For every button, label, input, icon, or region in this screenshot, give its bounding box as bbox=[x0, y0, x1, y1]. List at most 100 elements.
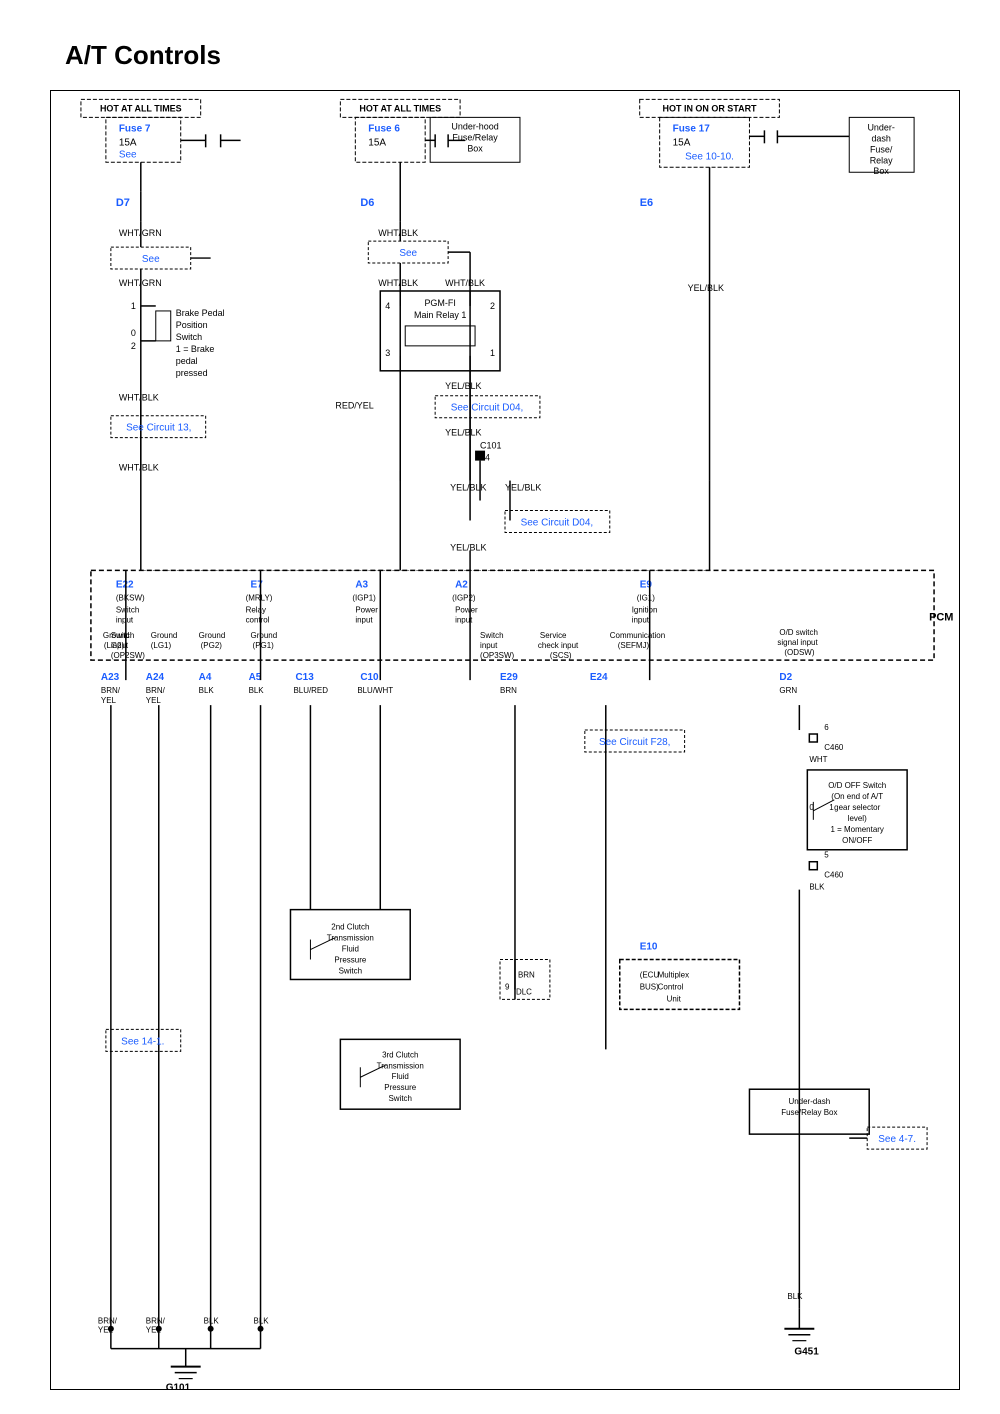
svg-text:Relay: Relay bbox=[246, 605, 266, 614]
svg-text:Pressure: Pressure bbox=[384, 1083, 416, 1092]
svg-text:Fluid: Fluid bbox=[342, 945, 359, 954]
svg-text:(BKSW): (BKSW) bbox=[116, 593, 145, 602]
svg-text:A2: A2 bbox=[455, 579, 468, 590]
svg-text:1: 1 bbox=[490, 348, 495, 358]
svg-text:2nd Clutch: 2nd Clutch bbox=[331, 923, 369, 932]
svg-text:input: input bbox=[632, 615, 650, 624]
svg-text:3: 3 bbox=[385, 348, 390, 358]
svg-text:(IG1): (IG1) bbox=[637, 593, 655, 602]
svg-text:E6: E6 bbox=[640, 197, 653, 209]
svg-text:YEL/BLK: YEL/BLK bbox=[445, 428, 481, 438]
svg-text:BLK: BLK bbox=[249, 686, 265, 695]
svg-text:9: 9 bbox=[505, 982, 510, 991]
svg-text:3rd Clutch: 3rd Clutch bbox=[382, 1050, 418, 1059]
svg-text:Ground: Ground bbox=[151, 631, 178, 640]
svg-text:control: control bbox=[246, 615, 270, 624]
svg-text:YEL/BLK: YEL/BLK bbox=[445, 381, 481, 391]
svg-text:Switch: Switch bbox=[480, 631, 503, 640]
svg-text:Power: Power bbox=[455, 605, 478, 614]
svg-text:Switch: Switch bbox=[388, 1094, 411, 1103]
svg-text:(SEFMJ): (SEFMJ) bbox=[618, 641, 650, 650]
svg-text:(ODSW): (ODSW) bbox=[784, 648, 814, 657]
svg-text:Under-: Under- bbox=[867, 122, 894, 132]
svg-text:(IGP2): (IGP2) bbox=[452, 593, 476, 602]
svg-text:DLC: DLC bbox=[516, 987, 532, 996]
svg-text:WHT/BLK: WHT/BLK bbox=[119, 393, 159, 403]
svg-text:ON/OFF: ON/OFF bbox=[842, 836, 872, 845]
svg-text:A5: A5 bbox=[249, 672, 262, 683]
svg-text:YEL/BLK: YEL/BLK bbox=[450, 542, 486, 552]
svg-text:HOT AT ALL TIMES: HOT AT ALL TIMES bbox=[100, 103, 182, 113]
svg-text:pedal: pedal bbox=[176, 356, 198, 366]
svg-text:BUS): BUS) bbox=[640, 982, 659, 991]
svg-text:5: 5 bbox=[824, 851, 829, 860]
svg-text:YEL/BLK: YEL/BLK bbox=[688, 283, 724, 293]
svg-text:pressed: pressed bbox=[176, 368, 208, 378]
svg-text:(IGP1): (IGP1) bbox=[352, 593, 376, 602]
svg-text:1: 1 bbox=[131, 301, 136, 311]
svg-text:Power: Power bbox=[355, 605, 378, 614]
svg-text:Service: Service bbox=[540, 631, 567, 640]
svg-text:Box: Box bbox=[873, 166, 889, 176]
svg-text:signal input: signal input bbox=[777, 638, 818, 647]
svg-text:BRN: BRN bbox=[500, 686, 517, 695]
svg-text:2: 2 bbox=[131, 341, 136, 351]
svg-text:YEL/BLK: YEL/BLK bbox=[450, 483, 486, 493]
svg-text:check input: check input bbox=[538, 641, 579, 650]
svg-text:Switch: Switch bbox=[116, 605, 139, 614]
svg-text:See Circuit D04,: See Circuit D04, bbox=[451, 403, 524, 414]
diagram-container: HOT AT ALL TIMES HOT AT ALL TIMES HOT IN… bbox=[50, 90, 960, 1390]
svg-text:input: input bbox=[480, 641, 498, 650]
svg-text:BLK: BLK bbox=[809, 883, 825, 892]
svg-text:(ECU: (ECU bbox=[640, 970, 660, 979]
svg-text:6: 6 bbox=[824, 723, 829, 732]
svg-text:A23: A23 bbox=[101, 672, 120, 683]
svg-text:Relay: Relay bbox=[870, 155, 893, 165]
svg-text:E24: E24 bbox=[590, 672, 608, 683]
svg-text:RED/YEL: RED/YEL bbox=[335, 401, 373, 411]
svg-text:2: 2 bbox=[490, 301, 495, 311]
svg-text:1: 1 bbox=[829, 803, 834, 812]
svg-text:1 = Momentary: 1 = Momentary bbox=[831, 825, 884, 834]
svg-text:15A: 15A bbox=[119, 137, 137, 148]
svg-text:input: input bbox=[116, 615, 134, 624]
svg-text:E29: E29 bbox=[500, 672, 518, 683]
svg-text:A4: A4 bbox=[199, 672, 212, 683]
svg-text:See Circuit 13,: See Circuit 13, bbox=[126, 423, 191, 434]
svg-text:gear selector: gear selector bbox=[834, 803, 880, 812]
svg-text:15A: 15A bbox=[673, 137, 691, 148]
svg-text:BLU/WHT: BLU/WHT bbox=[357, 686, 393, 695]
svg-text:E10: E10 bbox=[640, 942, 658, 953]
svg-text:Brake Pedal: Brake Pedal bbox=[176, 308, 225, 318]
svg-text:See 14-1.: See 14-1. bbox=[121, 1036, 164, 1047]
svg-text:GRN: GRN bbox=[779, 686, 797, 695]
svg-text:Control: Control bbox=[658, 982, 684, 991]
svg-text:YEL: YEL bbox=[101, 696, 117, 705]
svg-text:(PG1): (PG1) bbox=[253, 641, 275, 650]
svg-text:Communication: Communication bbox=[610, 631, 665, 640]
svg-text:D7: D7 bbox=[116, 197, 130, 209]
svg-text:Fluid: Fluid bbox=[392, 1072, 409, 1081]
svg-text:(OP2SW): (OP2SW) bbox=[111, 651, 145, 660]
svg-text:C460: C460 bbox=[824, 871, 844, 880]
svg-text:BRN/: BRN/ bbox=[101, 686, 121, 695]
svg-text:BLK: BLK bbox=[204, 1317, 220, 1326]
svg-text:See: See bbox=[399, 248, 417, 259]
svg-text:E7: E7 bbox=[251, 579, 264, 590]
svg-text:BLU/RED: BLU/RED bbox=[293, 686, 328, 695]
svg-text:dash: dash bbox=[871, 133, 890, 143]
svg-text:A3: A3 bbox=[355, 579, 368, 590]
svg-text:BRN: BRN bbox=[518, 970, 535, 979]
svg-text:BLK: BLK bbox=[199, 686, 215, 695]
svg-text:E22: E22 bbox=[116, 579, 134, 590]
svg-text:D6: D6 bbox=[360, 197, 374, 209]
svg-text:See 4-7.: See 4-7. bbox=[878, 1134, 916, 1145]
svg-text:1 = Brake: 1 = Brake bbox=[176, 344, 215, 354]
svg-text:Unit: Unit bbox=[667, 994, 682, 1003]
svg-text:Under-dash: Under-dash bbox=[789, 1097, 831, 1106]
svg-text:WHT/BLK: WHT/BLK bbox=[119, 463, 159, 473]
svg-text:Fuse 17: Fuse 17 bbox=[673, 123, 711, 134]
svg-text:(LG1): (LG1) bbox=[151, 641, 172, 650]
svg-text:O/D switch: O/D switch bbox=[779, 628, 818, 637]
svg-text:BRN/: BRN/ bbox=[146, 686, 166, 695]
